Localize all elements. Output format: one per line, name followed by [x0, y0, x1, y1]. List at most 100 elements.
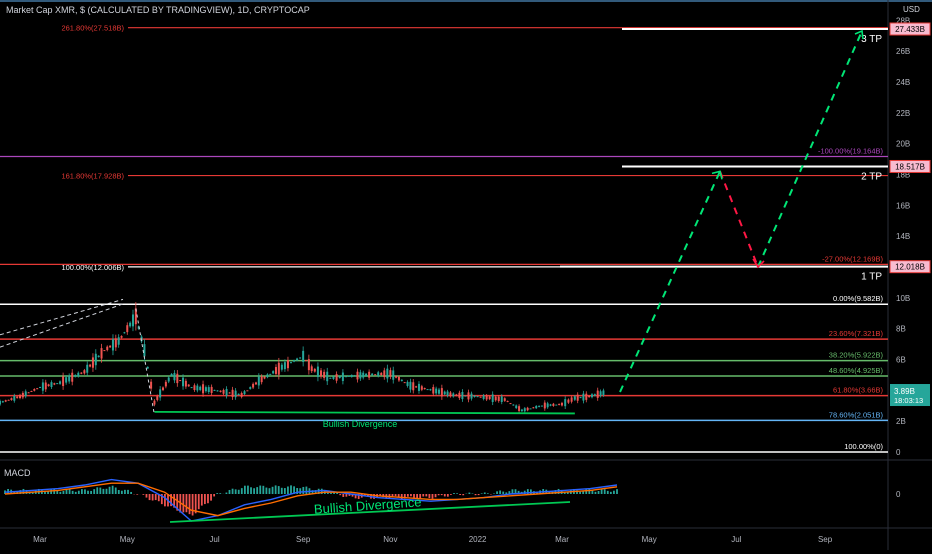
projection-path-up [619, 170, 721, 393]
candle-body [106, 346, 109, 351]
candle-body [33, 388, 36, 391]
candle-body [83, 370, 86, 374]
candle-body [552, 403, 555, 406]
y-tick-label: 26B [896, 47, 910, 56]
candle-body [228, 392, 231, 394]
candle-body [323, 371, 326, 378]
candle-body [426, 389, 429, 391]
candle-body [289, 362, 292, 364]
candle-body [558, 403, 561, 405]
x-tick-label: Sep [818, 535, 833, 544]
candle-body [515, 405, 518, 409]
candle-body [153, 400, 156, 405]
candle-body [68, 375, 71, 382]
candle-body [277, 362, 280, 375]
candle-body [461, 392, 464, 400]
projection-path-down [719, 170, 759, 268]
candle-body [476, 396, 479, 398]
candle-body [432, 387, 435, 394]
candle-body [41, 382, 44, 391]
y-tick-label: 22B [896, 109, 910, 118]
candle-body [159, 389, 162, 398]
candle-body [485, 395, 488, 400]
currency-label: USD [903, 5, 920, 14]
candle-body [380, 372, 383, 375]
target-label: 2 TP [861, 171, 882, 182]
candle-body [520, 409, 523, 412]
x-tick-label: 2022 [469, 535, 487, 544]
candle-body [455, 394, 458, 396]
target-price-text: 18.517B [895, 162, 925, 171]
candle-body [302, 350, 305, 362]
y-tick-label: 20B [896, 140, 910, 149]
candle-body [286, 360, 289, 369]
divergence-line [154, 411, 575, 415]
candle-body [146, 366, 149, 369]
candle-body [109, 345, 112, 348]
target-label: 3 TP [861, 34, 882, 45]
x-tick-label: May [120, 535, 135, 544]
candle-body [263, 376, 266, 379]
candle-body [59, 381, 62, 384]
candle-body [111, 338, 114, 351]
ext-level-label: -100.00%(19.164B) [818, 146, 884, 155]
fib-level-label: 78.60%(2.051B) [829, 410, 884, 419]
candle-body [240, 393, 243, 397]
candle-body [362, 372, 365, 378]
candle-body [207, 387, 210, 392]
candle-body [254, 382, 257, 385]
candle-body [356, 371, 359, 380]
candle-body [293, 360, 296, 362]
candle-body [30, 390, 33, 392]
candle-body [415, 386, 418, 388]
candle-body [560, 402, 563, 406]
candle-body [371, 373, 374, 376]
x-tick-label: Mar [555, 535, 569, 544]
candle-body [234, 390, 237, 398]
current-price-value: 3.89B [894, 387, 915, 396]
candle-body [77, 372, 80, 377]
candle-body [199, 386, 202, 390]
target-price-text: 12.018B [895, 263, 925, 272]
candle-body [117, 337, 120, 345]
candle-body [167, 377, 170, 382]
macd-divergence-label: Bullish Divergence [313, 494, 421, 516]
candle-body [397, 376, 400, 381]
candle-body [269, 373, 272, 375]
macd-label: MACD [4, 468, 31, 478]
candle-body [491, 394, 494, 403]
candle-body [582, 393, 585, 401]
candle-body [129, 322, 132, 327]
candle-body [94, 353, 97, 366]
current-price-countdown: 18:03:13 [894, 396, 923, 405]
candle-body [564, 399, 567, 407]
candle-body [71, 372, 74, 382]
candle-body [74, 374, 77, 377]
candle-body [523, 408, 526, 412]
candle-body [540, 405, 543, 407]
candle-body [368, 371, 371, 378]
candle-body [482, 395, 485, 399]
candle-body [443, 391, 446, 395]
candle-body [27, 392, 30, 394]
fib-level-label: 0.00%(9.582B) [833, 294, 884, 303]
candle-body [164, 381, 167, 387]
candle-body [518, 406, 521, 411]
candle-body [260, 376, 263, 383]
y-tick-label: 2B [896, 417, 906, 426]
candle-body [509, 403, 512, 405]
candle-body [549, 404, 552, 406]
fib-level-label: 61.80%(3.66B) [833, 386, 884, 395]
candle-body [543, 402, 546, 409]
candle-body [7, 399, 10, 401]
candle-body [538, 405, 541, 407]
y-tick-label: 14B [896, 232, 910, 241]
candle-body [173, 373, 176, 381]
candle-body [535, 405, 538, 409]
x-tick-label: Jul [209, 535, 219, 544]
candle-body [596, 390, 599, 398]
candle-body [458, 392, 461, 398]
candle-body [412, 382, 415, 391]
candle-body [179, 380, 182, 382]
y-tick-label: 8B [896, 325, 906, 334]
